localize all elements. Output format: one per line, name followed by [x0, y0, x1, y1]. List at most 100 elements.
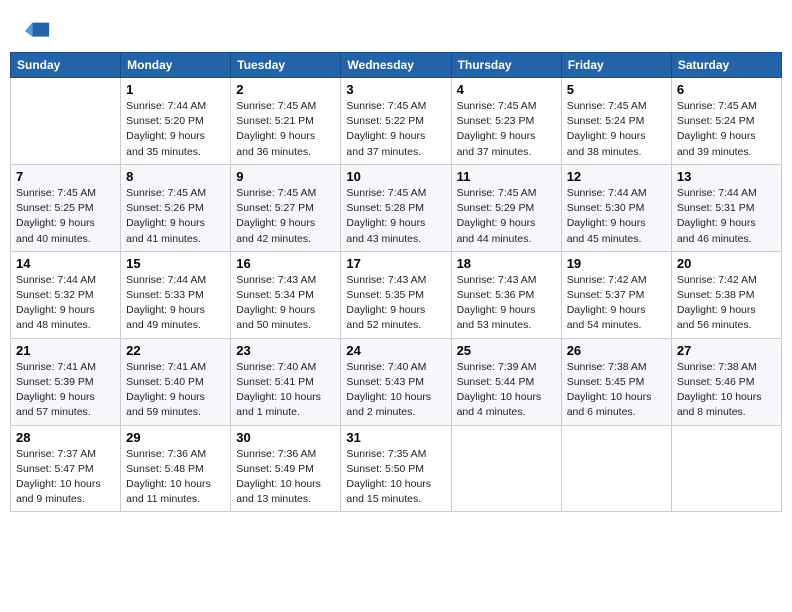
calendar-week-4: 21 Sunrise: 7:41 AMSunset: 5:39 PMDayligh… [11, 338, 782, 425]
day-info: Sunrise: 7:45 AMSunset: 5:25 PMDaylight:… [16, 186, 115, 247]
day-info: Sunrise: 7:36 AMSunset: 5:48 PMDaylight:… [126, 447, 225, 508]
weekday-header-tuesday: Tuesday [231, 53, 341, 78]
day-info: Sunrise: 7:38 AMSunset: 5:45 PMDaylight:… [567, 360, 666, 421]
calendar-cell: 23 Sunrise: 7:40 AMSunset: 5:41 PMDayligh… [231, 338, 341, 425]
day-info: Sunrise: 7:44 AMSunset: 5:20 PMDaylight:… [126, 99, 225, 160]
calendar-cell: 14 Sunrise: 7:44 AMSunset: 5:32 PMDayligh… [11, 251, 121, 338]
weekday-header-saturday: Saturday [671, 53, 781, 78]
day-number: 27 [677, 343, 776, 358]
day-number: 16 [236, 256, 335, 271]
day-number: 15 [126, 256, 225, 271]
calendar-cell [451, 425, 561, 512]
day-number: 13 [677, 169, 776, 184]
calendar-cell: 21 Sunrise: 7:41 AMSunset: 5:39 PMDayligh… [11, 338, 121, 425]
day-info: Sunrise: 7:43 AMSunset: 5:34 PMDaylight:… [236, 273, 335, 334]
calendar-week-1: 1 Sunrise: 7:44 AMSunset: 5:20 PMDaylight… [11, 78, 782, 165]
calendar-cell: 22 Sunrise: 7:41 AMSunset: 5:40 PMDayligh… [121, 338, 231, 425]
calendar-cell: 15Sunrise: 7:44 AMSunset: 5:33 PMDayligh… [121, 251, 231, 338]
day-number: 25 [457, 343, 556, 358]
calendar-cell: 2 Sunrise: 7:45 AMSunset: 5:21 PMDaylight… [231, 78, 341, 165]
day-info: Sunrise: 7:43 AMSunset: 5:35 PMDaylight:… [346, 273, 445, 334]
day-number: 20 [677, 256, 776, 271]
day-info: Sunrise: 7:41 AMSunset: 5:39 PMDaylight:… [16, 360, 115, 421]
day-info: Sunrise: 7:35 AMSunset: 5:50 PMDaylight:… [346, 447, 445, 508]
weekday-header-thursday: Thursday [451, 53, 561, 78]
day-number: 9 [236, 169, 335, 184]
day-number: 23 [236, 343, 335, 358]
calendar-table: SundayMondayTuesdayWednesdayThursdayFrid… [10, 52, 782, 512]
day-number: 2 [236, 82, 335, 97]
day-info: Sunrise: 7:45 AMSunset: 5:29 PMDaylight:… [457, 186, 556, 247]
weekday-header-row: SundayMondayTuesdayWednesdayThursdayFrid… [11, 53, 782, 78]
day-number: 1 [126, 82, 225, 97]
day-info: Sunrise: 7:40 AMSunset: 5:43 PMDaylight:… [346, 360, 445, 421]
calendar-body: 1 Sunrise: 7:44 AMSunset: 5:20 PMDaylight… [11, 78, 782, 512]
day-info: Sunrise: 7:45 AMSunset: 5:28 PMDaylight:… [346, 186, 445, 247]
day-number: 10 [346, 169, 445, 184]
calendar-cell: 5 Sunrise: 7:45 AMSunset: 5:24 PMDaylight… [561, 78, 671, 165]
calendar-header: SundayMondayTuesdayWednesdayThursdayFrid… [11, 53, 782, 78]
day-number: 18 [457, 256, 556, 271]
day-info: Sunrise: 7:45 AMSunset: 5:22 PMDaylight:… [346, 99, 445, 160]
calendar-cell [671, 425, 781, 512]
day-number: 5 [567, 82, 666, 97]
calendar-cell: 12 Sunrise: 7:44 AMSunset: 5:30 PMDayligh… [561, 164, 671, 251]
day-number: 29 [126, 430, 225, 445]
day-info: Sunrise: 7:45 AMSunset: 5:24 PMDaylight:… [677, 99, 776, 160]
calendar-cell: 4Sunrise: 7:45 AMSunset: 5:23 PMDaylight… [451, 78, 561, 165]
day-info: Sunrise: 7:38 AMSunset: 5:46 PMDaylight:… [677, 360, 776, 421]
weekday-header-wednesday: Wednesday [341, 53, 451, 78]
logo [20, 18, 51, 46]
day-number: 31 [346, 430, 445, 445]
day-info: Sunrise: 7:45 AMSunset: 5:21 PMDaylight:… [236, 99, 335, 160]
calendar-cell: 9 Sunrise: 7:45 AMSunset: 5:27 PMDaylight… [231, 164, 341, 251]
calendar-cell: 20 Sunrise: 7:42 AMSunset: 5:38 PMDayligh… [671, 251, 781, 338]
day-info: Sunrise: 7:44 AMSunset: 5:30 PMDaylight:… [567, 186, 666, 247]
calendar-cell: 3 Sunrise: 7:45 AMSunset: 5:22 PMDaylight… [341, 78, 451, 165]
day-number: 24 [346, 343, 445, 358]
calendar-cell: 13Sunrise: 7:44 AMSunset: 5:31 PMDayligh… [671, 164, 781, 251]
calendar-cell: 18Sunrise: 7:43 AMSunset: 5:36 PMDayligh… [451, 251, 561, 338]
calendar-cell: 16 Sunrise: 7:43 AMSunset: 5:34 PMDayligh… [231, 251, 341, 338]
day-info: Sunrise: 7:42 AMSunset: 5:38 PMDaylight:… [677, 273, 776, 334]
calendar-cell: 17 Sunrise: 7:43 AMSunset: 5:35 PMDayligh… [341, 251, 451, 338]
day-info: Sunrise: 7:37 AMSunset: 5:47 PMDaylight:… [16, 447, 115, 508]
day-number: 30 [236, 430, 335, 445]
day-info: Sunrise: 7:45 AMSunset: 5:26 PMDaylight:… [126, 186, 225, 247]
day-info: Sunrise: 7:45 AMSunset: 5:24 PMDaylight:… [567, 99, 666, 160]
day-number: 8 [126, 169, 225, 184]
logo-icon [23, 18, 51, 46]
day-number: 17 [346, 256, 445, 271]
day-info: Sunrise: 7:44 AMSunset: 5:32 PMDaylight:… [16, 273, 115, 334]
calendar-cell: 30Sunrise: 7:36 AMSunset: 5:49 PMDayligh… [231, 425, 341, 512]
day-number: 19 [567, 256, 666, 271]
page-header [10, 10, 782, 52]
calendar-cell: 1 Sunrise: 7:44 AMSunset: 5:20 PMDaylight… [121, 78, 231, 165]
weekday-header-monday: Monday [121, 53, 231, 78]
weekday-header-friday: Friday [561, 53, 671, 78]
calendar-cell: 28 Sunrise: 7:37 AMSunset: 5:47 PMDayligh… [11, 425, 121, 512]
day-info: Sunrise: 7:42 AMSunset: 5:37 PMDaylight:… [567, 273, 666, 334]
day-number: 22 [126, 343, 225, 358]
calendar-cell: 11 Sunrise: 7:45 AMSunset: 5:29 PMDayligh… [451, 164, 561, 251]
calendar-cell [11, 78, 121, 165]
day-number: 14 [16, 256, 115, 271]
day-info: Sunrise: 7:45 AMSunset: 5:23 PMDaylight:… [457, 99, 556, 160]
calendar-cell: 7 Sunrise: 7:45 AMSunset: 5:25 PMDaylight… [11, 164, 121, 251]
day-number: 6 [677, 82, 776, 97]
day-number: 26 [567, 343, 666, 358]
day-number: 3 [346, 82, 445, 97]
calendar-cell: 6 Sunrise: 7:45 AMSunset: 5:24 PMDaylight… [671, 78, 781, 165]
day-info: Sunrise: 7:45 AMSunset: 5:27 PMDaylight:… [236, 186, 335, 247]
calendar-cell: 25Sunrise: 7:39 AMSunset: 5:44 PMDayligh… [451, 338, 561, 425]
day-number: 7 [16, 169, 115, 184]
day-number: 21 [16, 343, 115, 358]
calendar-week-2: 7 Sunrise: 7:45 AMSunset: 5:25 PMDaylight… [11, 164, 782, 251]
day-number: 12 [567, 169, 666, 184]
day-number: 11 [457, 169, 556, 184]
calendar-cell: 29 Sunrise: 7:36 AMSunset: 5:48 PMDayligh… [121, 425, 231, 512]
day-info: Sunrise: 7:41 AMSunset: 5:40 PMDaylight:… [126, 360, 225, 421]
calendar-week-5: 28 Sunrise: 7:37 AMSunset: 5:47 PMDayligh… [11, 425, 782, 512]
day-info: Sunrise: 7:40 AMSunset: 5:41 PMDaylight:… [236, 360, 335, 421]
day-number: 28 [16, 430, 115, 445]
